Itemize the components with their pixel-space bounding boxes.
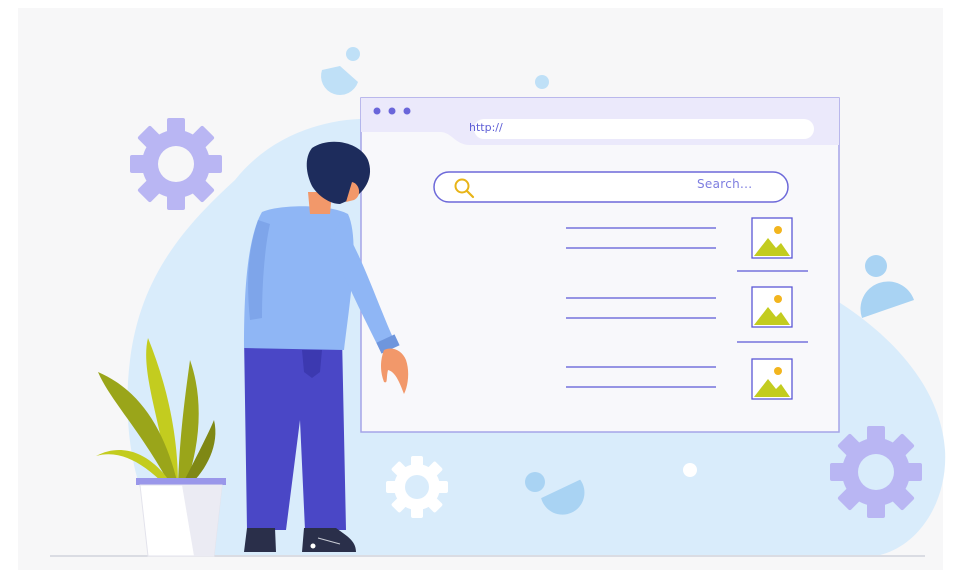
- address-bar-text: http://: [469, 121, 503, 134]
- browser-window: [360, 97, 840, 433]
- user-icon: [860, 255, 914, 318]
- decor-dot: [525, 472, 545, 492]
- window-dot: [373, 107, 381, 115]
- address-bar: [474, 119, 814, 139]
- decor-dot: [535, 75, 549, 89]
- gear-icon: [386, 456, 448, 518]
- image-placeholder-icon: [751, 217, 793, 259]
- gear-icon: [830, 426, 922, 518]
- decor-half-circle: [321, 66, 358, 95]
- window-dot: [403, 107, 411, 115]
- image-placeholder-icon: [751, 358, 793, 400]
- gear-icon: [130, 118, 222, 210]
- person-shoe: [244, 528, 276, 552]
- window-dot: [388, 107, 396, 115]
- decor-dot: [346, 47, 360, 61]
- illustration-stage: http:// Search...: [0, 0, 961, 578]
- plant-pot-rim: [136, 478, 226, 485]
- decor-dot: [683, 463, 697, 477]
- search-illustration: [50, 47, 946, 557]
- image-placeholder-icon: [751, 286, 793, 328]
- search-placeholder: Search...: [697, 177, 753, 191]
